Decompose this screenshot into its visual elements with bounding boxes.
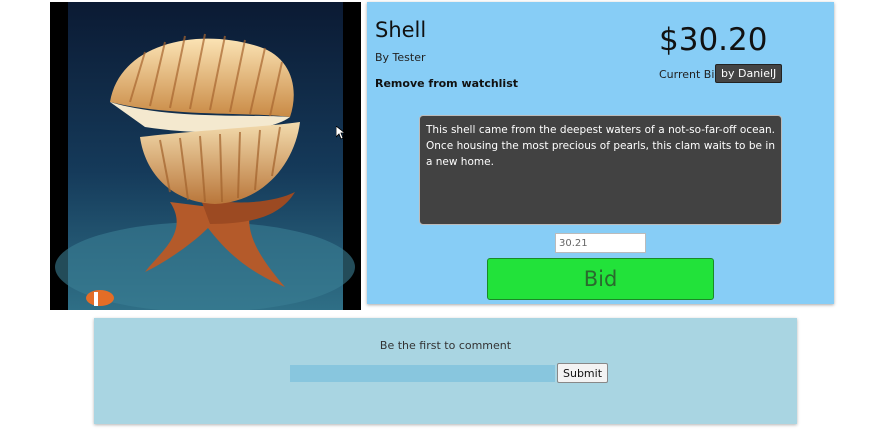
item-title: Shell (375, 18, 427, 42)
mouse-cursor-icon (336, 126, 346, 140)
comments-panel: Be the first to comment Submit (94, 318, 797, 424)
current-price: $30.20 (659, 22, 768, 58)
bid-button[interactable]: Bid (487, 258, 714, 300)
seller-byline: By Tester (375, 51, 426, 64)
item-description: This shell came from the deepest waters … (419, 115, 782, 225)
item-image (50, 2, 361, 310)
item-info-panel: Shell By Tester Remove from watchlist $3… (367, 2, 834, 304)
current-bid-label: Current Bid (659, 68, 722, 81)
bid-amount-input[interactable] (555, 233, 646, 253)
remove-from-watchlist-link[interactable]: Remove from watchlist (375, 77, 518, 90)
bidder-badge: by DanielJ (715, 64, 783, 83)
submit-comment-button[interactable]: Submit (557, 363, 609, 383)
comment-input[interactable] (290, 365, 555, 382)
comment-prompt: Be the first to comment (379, 339, 512, 352)
